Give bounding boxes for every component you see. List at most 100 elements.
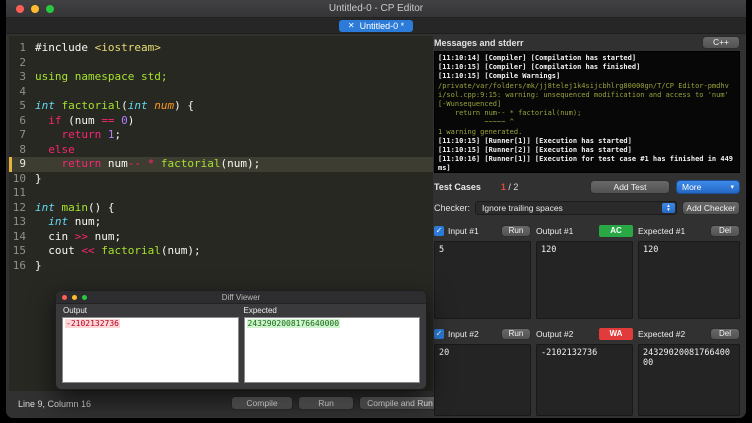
code-line[interactable]: 3 using namespace std; bbox=[9, 70, 433, 85]
output-2-textarea[interactable]: -2102132736 bbox=[536, 344, 633, 416]
line-number: 15 bbox=[12, 244, 26, 257]
diff-panes: -2102132736 2432902008176640000 bbox=[56, 317, 426, 383]
code-line[interactable]: 14 cin >> num; bbox=[9, 230, 433, 245]
tab-close-icon[interactable]: ✕ bbox=[348, 20, 355, 32]
input-2-textarea[interactable]: 20 bbox=[434, 344, 531, 416]
testcase-2-checkbox[interactable]: ✓ bbox=[434, 329, 444, 339]
run-testcase-2-button[interactable]: Run bbox=[501, 328, 531, 340]
code-line[interactable]: 16} bbox=[9, 259, 433, 274]
output-2-label: Output #2 bbox=[536, 329, 574, 339]
more-button[interactable]: More ▾ bbox=[676, 180, 740, 194]
testcase-1-controls: ✓ Input #1 Run Output #1 AC Expected #1 … bbox=[434, 224, 740, 238]
code-line[interactable]: 13 int num; bbox=[9, 215, 433, 230]
select-stepper-icon[interactable]: ▲ ▼ bbox=[662, 203, 675, 213]
console-line: [11:10:15] [Runner[1]] [Execution has st… bbox=[438, 136, 632, 145]
console-line: [11:10:16] [Runner[1]] [Execution for te… bbox=[438, 155, 734, 173]
right-panel: Messages and stderr C++ [11:10:14] [Comp… bbox=[434, 36, 740, 416]
code-line[interactable]: 1 #include <iostream> bbox=[9, 41, 433, 56]
diff-expected-pane: 2432902008176640000 bbox=[243, 317, 420, 383]
line-number: 9 bbox=[19, 157, 26, 170]
testcases-header: Test Cases 1 / 2 Add Test More ▾ bbox=[434, 179, 740, 195]
checker-selected-value: Ignore trailing spaces bbox=[482, 203, 563, 213]
diff-output-label: Output bbox=[63, 306, 88, 315]
code-text: int main() { bbox=[35, 200, 115, 214]
console-line: [11:10:15] [Runner[2]] [Execution has st… bbox=[438, 146, 632, 155]
output-1-textarea[interactable]: 120 bbox=[536, 241, 633, 319]
line-number: 14 bbox=[12, 229, 26, 243]
diff-expected-value: 2432902008176640000 bbox=[246, 319, 341, 328]
line-number: 6 bbox=[19, 113, 26, 127]
code-line[interactable]: 15 cout << factorial(num); bbox=[9, 244, 433, 259]
tab-bar: ✕ Untitled-0 * bbox=[6, 18, 746, 34]
code-line[interactable]: 6 if (num == 0) bbox=[9, 114, 433, 129]
expected-2-textarea[interactable]: 2432902008176640000 bbox=[638, 344, 740, 416]
expected-1-textarea[interactable]: 120 bbox=[638, 241, 740, 319]
code-line[interactable]: 4 bbox=[9, 85, 433, 100]
messages-title: Messages and stderr bbox=[434, 37, 524, 48]
run-testcase-1-button[interactable]: Run bbox=[501, 225, 531, 237]
diff-title-bar[interactable]: Diff Viewer bbox=[56, 291, 426, 304]
console-line: [11:10:14] [Compiler] [Compilation has s… bbox=[438, 54, 637, 62]
testcase-1: ✓ Input #1 Run Output #1 AC Expected #1 … bbox=[434, 224, 740, 319]
compile-and-run-button[interactable]: Compile and Run bbox=[359, 396, 441, 410]
code-text: int num; bbox=[48, 215, 102, 228]
check-icon: ✓ bbox=[435, 226, 443, 235]
zoom-icon[interactable] bbox=[46, 5, 54, 13]
code-line[interactable]: 9 return num-- * factorial(num); bbox=[9, 157, 433, 172]
diff-title: Diff Viewer bbox=[221, 293, 261, 302]
code-line[interactable]: 12 int main() { bbox=[9, 201, 433, 216]
code-line[interactable]: 7 return 1; bbox=[9, 128, 433, 143]
delete-testcase-2-button[interactable]: Del bbox=[710, 328, 740, 340]
code-line[interactable]: 2 bbox=[9, 56, 433, 71]
code-text: #include <iostream> bbox=[35, 41, 161, 54]
compiler-console[interactable]: [11:10:14] [Compiler] [Compilation has s… bbox=[434, 51, 740, 173]
output-1-label: Output #1 bbox=[536, 226, 574, 236]
diff-pane-labels: Output Expected bbox=[56, 304, 426, 317]
line-number: 4 bbox=[19, 84, 26, 98]
delete-testcase-1-button[interactable]: Del bbox=[710, 225, 740, 237]
cp-editor-window: Untitled-0 - CP Editor ✕ Untitled-0 * 1 #… bbox=[6, 0, 746, 418]
code-text: cout << factorial(num); bbox=[35, 244, 201, 257]
diff-viewer-window[interactable]: Diff Viewer Output Expected -2102132736 … bbox=[55, 290, 427, 390]
line-number: 12 bbox=[12, 200, 26, 214]
testcase-1-checkbox[interactable]: ✓ bbox=[434, 226, 444, 236]
language-button[interactable]: C++ bbox=[702, 36, 740, 49]
testcase-2-controls: ✓ Input #2 Run Output #2 WA Expected #2 … bbox=[434, 327, 740, 341]
code-text: if (num == 0) bbox=[48, 113, 135, 127]
code-text: } bbox=[35, 171, 42, 185]
expected-1-label: Expected #1 bbox=[638, 226, 686, 236]
tab-untitled-0[interactable]: ✕ Untitled-0 * bbox=[338, 19, 414, 32]
line-number: 3 bbox=[19, 70, 26, 83]
title-bar[interactable]: Untitled-0 - CP Editor bbox=[6, 0, 746, 18]
close-icon[interactable] bbox=[16, 5, 24, 13]
diff-zoom-icon[interactable] bbox=[82, 295, 87, 300]
code-line[interactable]: 10} bbox=[9, 172, 433, 187]
line-number: 10 bbox=[12, 171, 26, 185]
code-line[interactable]: 11 bbox=[9, 186, 433, 201]
code-text: return num-- * factorial(num); bbox=[61, 157, 261, 170]
compile-button[interactable]: Compile bbox=[231, 396, 293, 410]
testcases-title: Test Cases bbox=[434, 182, 481, 192]
verdict-2-badge[interactable]: WA bbox=[599, 328, 633, 340]
messages-header: Messages and stderr C++ bbox=[434, 36, 740, 49]
diff-close-icon[interactable] bbox=[62, 295, 67, 300]
diff-output-pane: -2102132736 bbox=[62, 317, 239, 383]
add-test-button[interactable]: Add Test bbox=[590, 180, 670, 194]
line-number: 11 bbox=[12, 186, 26, 199]
checker-select[interactable]: Ignore trailing spaces ▲ ▼ bbox=[475, 201, 677, 215]
run-button[interactable]: Run bbox=[298, 396, 354, 410]
console-line: 1 warning generated. bbox=[438, 127, 523, 136]
minimize-icon[interactable] bbox=[31, 5, 39, 13]
code-line[interactable]: 8 else bbox=[9, 143, 433, 158]
diff-expected-label: Expected bbox=[243, 306, 277, 315]
testcase-1-areas: 5 120 120 bbox=[434, 241, 740, 319]
code-line[interactable]: 5 int factorial(int num) { bbox=[9, 99, 433, 114]
add-checker-button[interactable]: Add Checker bbox=[682, 201, 740, 215]
verdict-1-badge[interactable]: AC bbox=[599, 225, 633, 237]
cursor-position: Line 9, Column 16 bbox=[18, 399, 92, 409]
diff-minimize-icon[interactable] bbox=[72, 295, 77, 300]
checker-label: Checker: bbox=[434, 203, 471, 213]
input-1-textarea[interactable]: 5 bbox=[434, 241, 531, 319]
checker-row: Checker: Ignore trailing spaces ▲ ▼ Add C… bbox=[434, 200, 740, 216]
line-number: 8 bbox=[19, 142, 26, 156]
